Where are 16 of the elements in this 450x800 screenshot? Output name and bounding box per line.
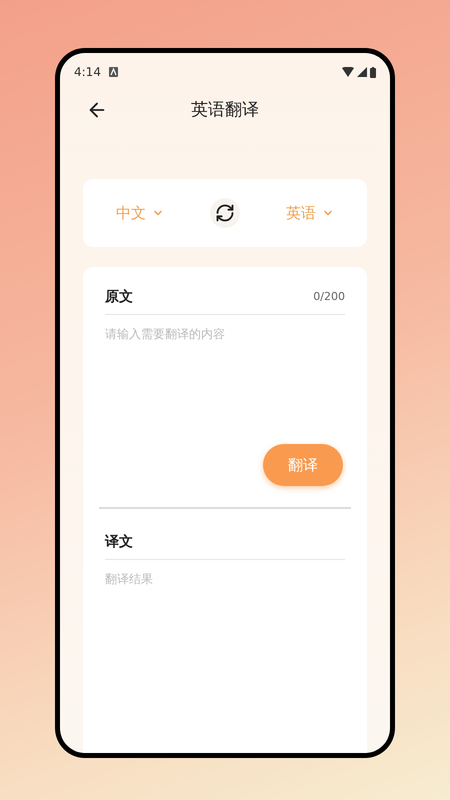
battery-icon xyxy=(370,66,376,78)
swap-arrows-icon xyxy=(215,203,235,223)
signal-icon xyxy=(357,67,367,77)
page-title: 英语翻译 xyxy=(191,99,259,122)
result-label: 译文 xyxy=(105,534,133,550)
status-time: 4:14 xyxy=(74,64,101,81)
notification-icon xyxy=(108,67,118,77)
source-language-dropdown[interactable]: 中文 xyxy=(116,202,164,224)
result-output-field[interactable]: 翻译结果 xyxy=(105,570,345,670)
swap-button[interactable] xyxy=(210,198,240,228)
translate-button[interactable]: 翻译 xyxy=(263,444,343,486)
source-input-field[interactable]: 请输入需要翻译的内容 xyxy=(105,325,345,435)
wifi-icon xyxy=(342,67,354,77)
character-count: 0/200 xyxy=(313,289,345,306)
source-label: 原文 xyxy=(105,288,133,307)
target-language-dropdown[interactable]: 英语 xyxy=(286,202,334,224)
